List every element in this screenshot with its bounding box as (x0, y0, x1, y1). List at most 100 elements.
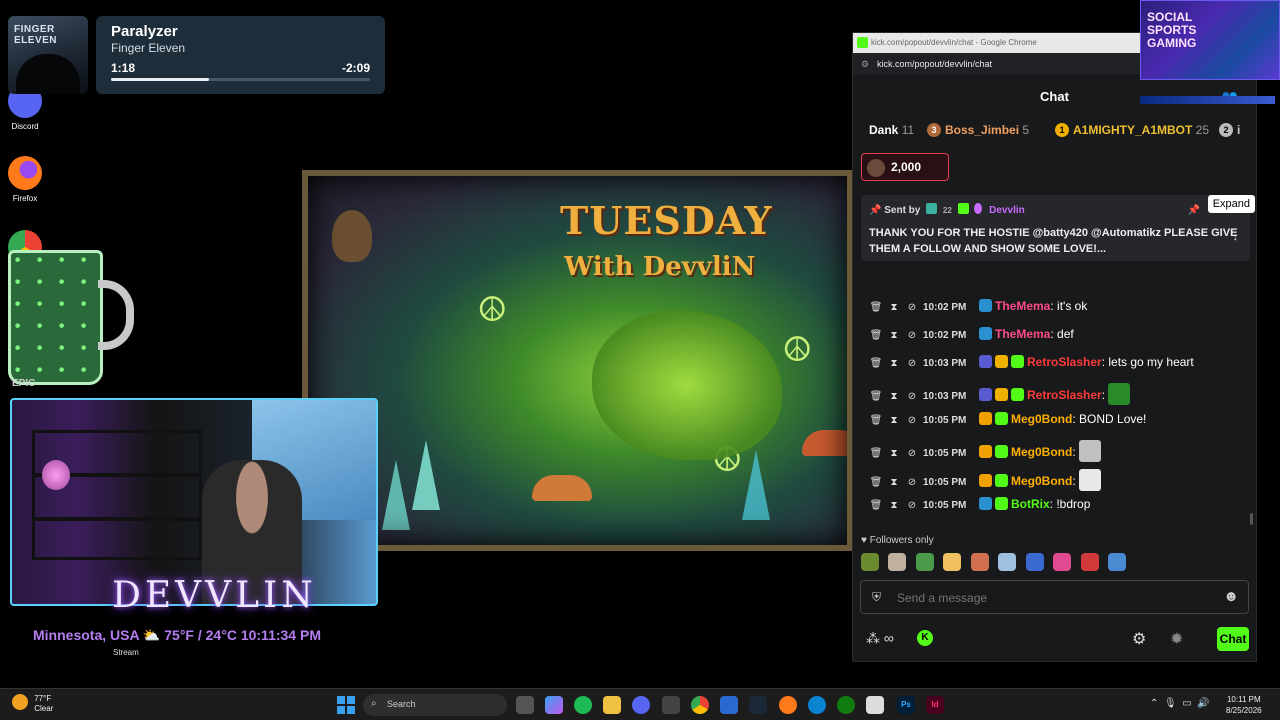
taskbar: 77°F Clear ⌕ Search Ps Id ⌃ 🎙 ▭ 🔊 10:11 … (0, 688, 1280, 720)
ban-icon[interactable]: ⊘ (903, 448, 921, 459)
gifter-item[interactable]: 3 Boss_Jimbei 5 (927, 123, 1029, 137)
delete-icon[interactable]: 🗑 (867, 448, 885, 459)
chevron-up-icon[interactable]: ⌃ (1150, 698, 1158, 709)
gifter-item[interactable]: 1 A1MIGHTY_A1MBOT 25 (1055, 123, 1209, 137)
emoji-picker-icon[interactable]: ☻ (1223, 588, 1239, 605)
copilot-icon[interactable] (545, 696, 563, 714)
emote-button[interactable] (1108, 553, 1127, 571)
chat-message-row[interactable]: 🗑 ⧗ ⊘ 10:05 PM Meg0Bond: (867, 469, 1247, 491)
unpin-icon[interactable]: 📌 (1188, 205, 1200, 216)
timeout-icon[interactable]: ⧗ (885, 330, 903, 341)
ban-icon[interactable]: ⊘ (903, 330, 921, 341)
stream-label: Stream (113, 648, 139, 657)
delete-icon[interactable]: 🗑 (867, 415, 885, 426)
delete-icon[interactable]: 🗑 (867, 391, 885, 402)
prediction-icon[interactable]: ✹ (1170, 629, 1183, 649)
chat-message-row[interactable]: 🗑 ⧗ ⊘ 10:02 PM TheMema: def (867, 327, 1247, 341)
chat-username[interactable]: Meg0Bond (1011, 474, 1072, 488)
kick-icon[interactable]: K (917, 630, 933, 646)
taskbar-clock[interactable]: 10:11 PM 8/25/2026 (1226, 694, 1262, 716)
timeout-icon[interactable]: ⧗ (885, 477, 903, 488)
chat-message-row[interactable]: 🗑 ⧗ ⊘ 10:03 PM RetroSlasher: lets go my hear… (867, 355, 1247, 369)
delete-icon[interactable]: 🗑 (867, 477, 885, 488)
chat-username[interactable]: Meg0Bond (1011, 412, 1072, 426)
timeout-icon[interactable]: ⧗ (885, 415, 903, 426)
firefox-desktop-icon[interactable]: Firefox (0, 156, 50, 203)
ban-icon[interactable]: ⊘ (903, 500, 921, 511)
delete-icon[interactable]: 🗑 (867, 500, 885, 511)
expand-arrow-icon[interactable]: ↓ (1233, 231, 1239, 243)
channel-points-icon[interactable]: ⁂ ∞ (866, 630, 894, 647)
timeout-icon[interactable]: ⧗ (885, 391, 903, 402)
delete-icon[interactable]: 🗑 (867, 302, 885, 313)
xbox-icon[interactable] (837, 696, 855, 714)
user-badge-icon (979, 388, 992, 401)
spotify-icon[interactable] (574, 696, 592, 714)
chat-username[interactable]: BotRix (1011, 497, 1050, 511)
emote-button[interactable] (1053, 553, 1072, 571)
firefox-taskbar-icon[interactable] (779, 696, 797, 714)
delete-icon[interactable]: 🗑 (867, 358, 885, 369)
gifter-item[interactable]: 2i (1219, 123, 1240, 137)
ban-icon[interactable]: ⊘ (903, 415, 921, 426)
pinned-message[interactable]: 📌 Sent by 22 Devvlin THANK YOU FOR THE H… (861, 195, 1255, 261)
emote-button[interactable] (915, 553, 934, 571)
edge-icon[interactable] (808, 696, 826, 714)
delete-icon[interactable]: 🗑 (867, 330, 885, 341)
chat-username[interactable]: RetroSlasher (1027, 355, 1102, 369)
chat-username[interactable]: RetroSlasher (1027, 388, 1102, 402)
ban-icon[interactable]: ⊘ (903, 358, 921, 369)
gifter-item[interactable]: Dank 11 (869, 123, 914, 137)
site-settings-icon[interactable]: ⚙ (861, 59, 869, 70)
timeout-icon[interactable]: ⧗ (885, 358, 903, 369)
chat-username[interactable]: TheMema (995, 327, 1050, 341)
ban-icon[interactable]: ⊘ (903, 302, 921, 313)
chat-message-row[interactable]: 🗑 ⧗ ⊘ 10:05 PM Meg0Bond: (867, 440, 1247, 462)
task-view-icon[interactable] (516, 696, 534, 714)
photoshop-icon[interactable]: Ps (897, 696, 915, 714)
emote-button[interactable] (1025, 553, 1044, 571)
system-tray[interactable]: ⌃ 🎙 ▭ 🔊 (1150, 698, 1210, 709)
timeout-icon[interactable]: ⧗ (885, 302, 903, 313)
app-icon[interactable] (866, 696, 884, 714)
ban-icon[interactable]: ⊘ (903, 477, 921, 488)
chat-username[interactable]: Meg0Bond (1011, 445, 1072, 459)
microphone-icon[interactable]: 🎙 (1164, 698, 1177, 709)
file-explorer-icon[interactable] (603, 696, 621, 714)
taskbar-weather[interactable]: 77°F Clear (12, 694, 53, 714)
indesign-icon[interactable]: Id (926, 696, 944, 714)
taskbar-search[interactable]: ⌕ Search (363, 694, 507, 716)
chrome-taskbar-icon[interactable] (691, 696, 709, 714)
pinned-gift-amount[interactable]: 2,000 (861, 153, 949, 181)
chat-username[interactable]: TheMema (995, 299, 1050, 313)
emote-button[interactable] (888, 553, 907, 571)
chat-message-row[interactable]: 🗑 ⧗ ⊘ 10:05 PM Meg0Bond: BOND Love! (867, 412, 1247, 426)
emote-button[interactable] (998, 553, 1017, 571)
media-player-card[interactable]: FINGER ELEVEN Paralyzer Finger Eleven 1:… (8, 16, 385, 94)
obs-icon[interactable] (662, 696, 680, 714)
emote-button[interactable] (1080, 553, 1099, 571)
discord-taskbar-icon[interactable] (632, 696, 650, 714)
chat-message-list[interactable]: 🗑 ⧗ ⊘ 10:02 PM TheMema: it's ok 🗑 ⧗ ⊘ 10:02 PM Th… (853, 261, 1256, 521)
gear-icon[interactable]: ⚙ (1132, 629, 1146, 649)
emote-button[interactable] (943, 553, 962, 571)
timeout-icon[interactable]: ⧗ (885, 448, 903, 459)
chat-scrollbar[interactable] (1250, 513, 1253, 525)
store-icon[interactable] (720, 696, 738, 714)
emote-button[interactable] (970, 553, 989, 571)
chat-message-row[interactable]: 🗑 ⧗ ⊘ 10:02 PM TheMema: it's ok (867, 299, 1247, 313)
emote-button[interactable] (861, 553, 879, 571)
volume-icon[interactable]: 🔊 (1197, 698, 1209, 709)
ban-icon[interactable]: ⊘ (903, 391, 921, 402)
timeout-icon[interactable]: ⧗ (885, 500, 903, 511)
chat-message-row[interactable]: 🗑 ⧗ ⊘ 10:05 PM BotRix: !bdrop (867, 497, 1247, 511)
chat-message-row[interactable]: 🗑 ⧗ ⊘ 10:03 PM RetroSlasher: (867, 383, 1247, 405)
start-button[interactable] (337, 696, 355, 714)
send-chat-button[interactable]: Chat (1217, 627, 1249, 651)
track-progress-bar[interactable] (111, 78, 370, 81)
ad-thumbnail[interactable]: SOCIAL SPORTS GAMING (1140, 0, 1280, 80)
chat-message-input[interactable] (897, 588, 1217, 608)
steam-icon[interactable] (749, 696, 767, 714)
display-icon[interactable]: ▭ (1182, 698, 1191, 709)
pinned-author[interactable]: Devvlin (989, 205, 1025, 216)
